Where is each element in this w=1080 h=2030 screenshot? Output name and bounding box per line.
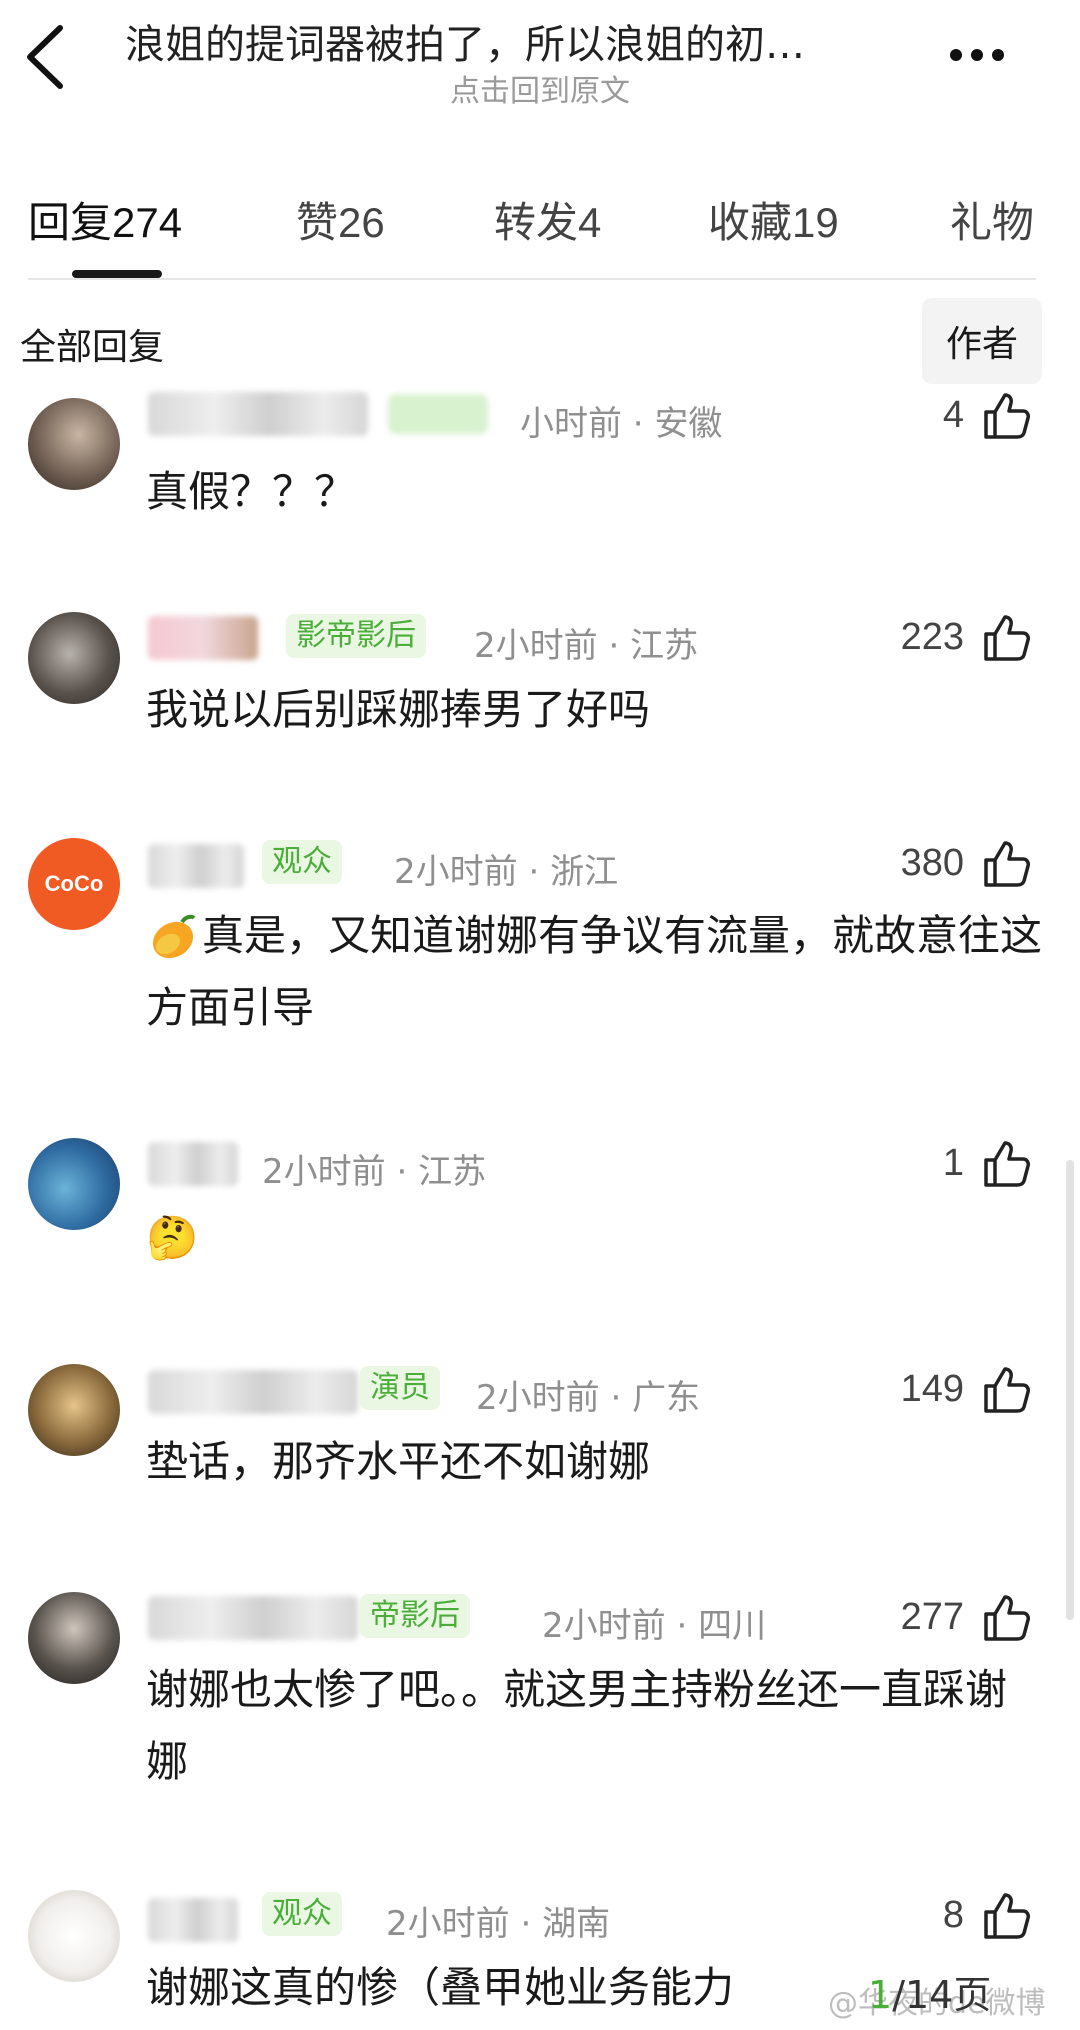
comment-meta: 2小时前 · 四川 — [542, 1606, 767, 1646]
comment-meta: 小时前 · 安徽 — [520, 404, 723, 444]
comment-text: 我说以后别踩娜捧男了好吗 — [146, 685, 651, 734]
tab-favorites[interactable]: 收藏19 — [708, 189, 839, 250]
scrollbar[interactable] — [1066, 1160, 1074, 1620]
coco-logo: CoCo — [44, 871, 104, 896]
avatar[interactable] — [28, 1890, 120, 1982]
user-badge: 演员 — [360, 1366, 440, 1410]
comment-meta: 2小时前 · 广东 — [476, 1378, 701, 1418]
comment-meta: 2小时前 · 江苏 — [262, 1152, 487, 1192]
user-badge: 影帝影后 — [286, 614, 426, 658]
tab-replies[interactable]: 回复274 — [28, 189, 182, 250]
author-filter-button[interactable]: 作者 — [922, 298, 1042, 384]
comment-meta: 2小时前 · 浙江 — [394, 852, 619, 892]
page-indicator: 1/14页 — [868, 1973, 992, 2017]
back-to-original-link[interactable]: 点击回到原文 — [0, 66, 1080, 110]
comment-text: 谢娜也太惨了吧。。就这男主持粉丝还一直踩谢娜 — [146, 1665, 1008, 1786]
tab-bar: 回复274 赞26 转发4 收藏19 礼物 — [0, 175, 1080, 285]
like-count: 8 — [942, 1894, 964, 1936]
like-count: 380 — [900, 842, 964, 884]
avatar[interactable]: CoCo — [28, 838, 120, 930]
thumbs-up-icon[interactable] — [980, 1890, 1032, 1942]
username-blurred[interactable] — [148, 392, 368, 436]
thumbs-up-icon[interactable] — [980, 390, 1032, 442]
username-blurred[interactable] — [148, 1596, 358, 1640]
thumbs-up-icon[interactable] — [980, 612, 1032, 664]
post-title[interactable]: 浪姐的提词器被拍了，所以浪姐的初… — [125, 12, 915, 70]
tab-gifts[interactable]: 礼物 — [950, 189, 1034, 250]
thumbs-up-icon[interactable] — [980, 1138, 1032, 1190]
avatar[interactable] — [28, 1592, 120, 1684]
thumbs-up-icon[interactable] — [980, 838, 1032, 890]
user-badge: 帝影后 — [360, 1594, 470, 1638]
like-count: 277 — [900, 1596, 964, 1638]
avatar[interactable] — [28, 612, 120, 704]
thumbs-up-icon[interactable] — [980, 1592, 1032, 1644]
like-count: 149 — [900, 1368, 964, 1410]
username-blurred[interactable] — [148, 844, 244, 888]
comment-text: 真是，又知道谢娜有争议有流量，就故意往这方面引导 — [146, 911, 1043, 1032]
avatar[interactable] — [28, 1138, 120, 1230]
username-blurred[interactable] — [148, 1370, 358, 1414]
user-badge: 观众 — [262, 1892, 342, 1936]
avatar[interactable] — [28, 398, 120, 490]
thumbs-up-icon[interactable] — [980, 1364, 1032, 1416]
like-count: 1 — [942, 1142, 964, 1184]
username-blurred[interactable] — [148, 616, 258, 660]
top-bar: 浪姐的提词器被拍了，所以浪姐的初… 点击回到原文 — [0, 0, 1080, 120]
avatar[interactable] — [28, 1364, 120, 1456]
tab-reposts[interactable]: 转发4 — [494, 189, 601, 250]
comment-text: 真假？？？ — [146, 467, 357, 516]
tab-likes[interactable]: 赞26 — [296, 189, 385, 250]
username-blurred[interactable] — [148, 1898, 238, 1942]
more-dots-icon[interactable] — [950, 40, 1020, 70]
username-blurred[interactable] — [148, 1142, 238, 1186]
user-badge-blurred — [388, 394, 488, 434]
active-tab-indicator — [72, 270, 162, 278]
comment-text: 谢娜这真的惨（叠甲她业务能力 — [146, 1963, 735, 2012]
like-count: 4 — [942, 394, 964, 436]
divider — [28, 278, 1036, 280]
comment-meta: 2小时前 · 江苏 — [474, 626, 699, 666]
user-badge: 观众 — [262, 840, 342, 884]
comment-text: 🤔 — [146, 1213, 199, 1262]
all-replies-label: 全部回复 — [20, 327, 165, 368]
comment-meta: 2小时前 · 湖南 — [386, 1904, 611, 1944]
like-count: 223 — [900, 616, 964, 658]
comment-text: 垫话，那齐水平还不如谢娜 — [146, 1437, 651, 1486]
